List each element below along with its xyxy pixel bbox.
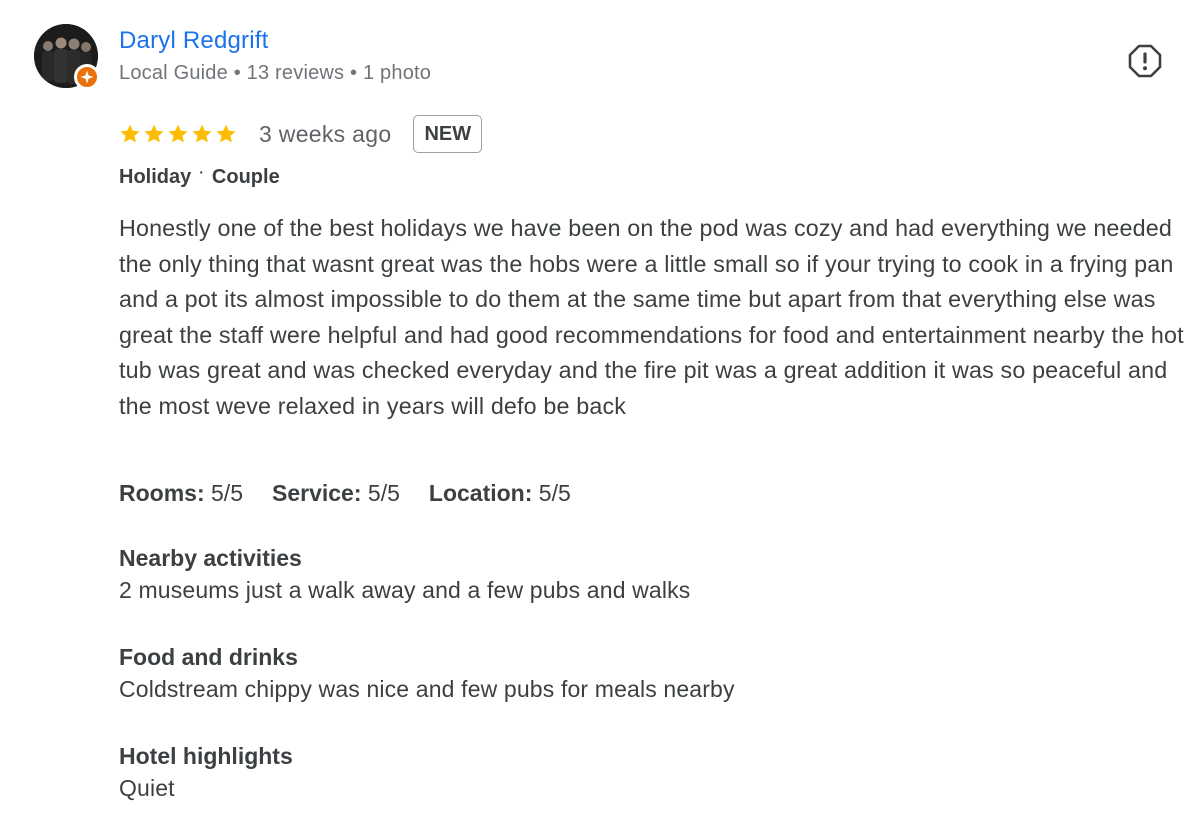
section-heading: Nearby activities — [119, 545, 302, 571]
section-heading: Food and drinks — [119, 644, 298, 670]
trip-type: Holiday · Couple — [119, 164, 280, 189]
section-body: Quiet — [119, 775, 175, 801]
sub-ratings: Rooms: 5/5 Service: 5/5 Location: 5/5 — [119, 480, 571, 507]
rating-service: Service: 5/5 — [272, 480, 400, 507]
star-icon — [168, 124, 188, 143]
section-heading: Hotel highlights — [119, 743, 293, 769]
rating-label: Rooms: — [119, 480, 205, 506]
report-icon[interactable] — [1128, 44, 1162, 78]
rating-label: Service: — [272, 480, 362, 506]
review-time: 3 weeks ago — [259, 120, 392, 147]
review-text: Honestly one of the best holidays we hav… — [119, 215, 1184, 419]
star-icon — [144, 124, 164, 143]
star-icon — [216, 124, 236, 143]
section-nearby-activities: Nearby activities 2 museums just a walk … — [119, 543, 1179, 607]
rating-rooms: Rooms: 5/5 — [119, 480, 243, 507]
rating-value: 5/5 — [367, 480, 400, 506]
trip-separator: · — [199, 164, 204, 180]
trip-purpose: Holiday — [119, 166, 192, 188]
star-icon — [120, 124, 140, 143]
reviewer-meta: Local Guide • 13 reviews • 1 photo — [119, 62, 432, 84]
section-body: 2 museums just a walk away and a few pub… — [119, 577, 691, 603]
reviewer-name-link[interactable]: Daryl Redgrift — [119, 27, 269, 55]
rating-value: 5/5 — [211, 480, 243, 506]
local-guide-star-icon — [74, 64, 100, 90]
section-hotel-highlights: Hotel highlights Quiet — [119, 741, 1179, 805]
star-icon — [192, 124, 212, 143]
rating-location: Location: 5/5 — [429, 480, 571, 507]
section-food-and-drinks: Food and drinks Coldstream chippy was ni… — [119, 642, 1179, 706]
reviewer-avatar[interactable] — [34, 24, 100, 90]
new-badge: NEW — [413, 115, 483, 153]
trip-companion: Couple — [211, 166, 280, 188]
rating-row: 3 weeks ago NEW — [119, 113, 483, 155]
section-body: Coldstream chippy was nice and few pubs … — [119, 676, 735, 702]
rating-value: 5/5 — [538, 480, 571, 506]
star-rating — [119, 123, 237, 145]
rating-label: Location: — [428, 480, 533, 506]
